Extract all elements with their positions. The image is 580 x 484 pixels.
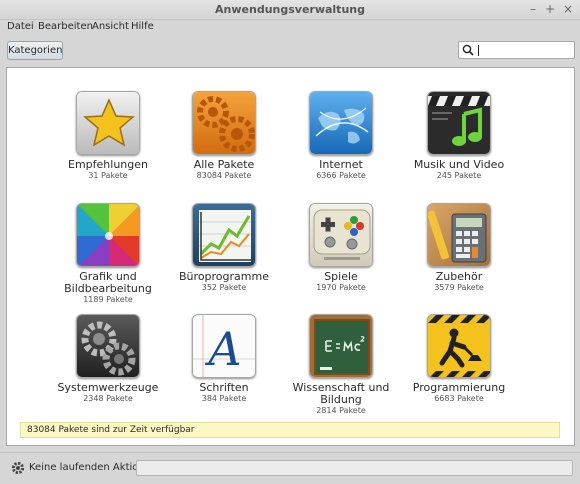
category-empfehlungen[interactable]: Empfehlungen 31 Pakete <box>43 91 173 181</box>
music-video-icon <box>427 91 491 155</box>
progress-bar <box>136 460 573 476</box>
category-zubehoer[interactable]: Zubehör 3579 Pakete <box>394 203 524 293</box>
color-wheel-icon <box>76 203 140 267</box>
category-name: Systemwerkzeuge <box>57 381 159 394</box>
maximize-icon[interactable]: + <box>543 2 557 16</box>
text-cursor <box>478 45 479 56</box>
package-count: 1189 Pakete <box>83 295 133 304</box>
category-bueroprogramme[interactable]: Büroprogramme 352 Pakete <box>159 203 289 293</box>
category-internet[interactable]: Internet 6366 Pakete <box>276 91 406 181</box>
category-name: Büroprogramme <box>179 270 269 283</box>
category-grafik[interactable]: Grafik und Bildbearbeitung 1189 Pakete <box>43 203 173 305</box>
category-name: Schriften <box>199 381 249 394</box>
category-spiele[interactable]: Spiele 1970 Pakete <box>276 203 406 293</box>
category-programmierung[interactable]: Programmierung 6683 Pakete <box>394 314 524 404</box>
package-count: 245 Pakete <box>436 171 482 180</box>
category-panel: Empfehlungen 31 Pakete Alle Pakete 83084… <box>6 67 575 446</box>
menu-bearbeiten[interactable]: Bearbeiten <box>38 21 93 32</box>
menu-hilfe[interactable]: Hilfe <box>131 21 154 32</box>
package-count: 6366 Pakete <box>316 171 366 180</box>
category-name: Wissenschaft und Bildung <box>292 381 390 406</box>
category-name: Grafik und Bildbearbeitung <box>64 270 152 295</box>
category-alle-pakete[interactable]: Alle Pakete 83084 Pakete <box>159 91 289 181</box>
category-name: Empfehlungen <box>68 158 148 171</box>
package-count: 31 Pakete <box>88 171 128 180</box>
menu-ansicht[interactable]: Ansicht <box>92 21 129 32</box>
category-schriften[interactable]: A Schriften 384 Pakete <box>159 314 289 404</box>
package-count: 2348 Pakete <box>83 394 133 403</box>
category-name: Spiele <box>324 270 358 283</box>
gears-icon <box>192 91 256 155</box>
menu-bar: Datei Bearbeiten Ansicht Hilfe <box>0 20 580 36</box>
package-count: 384 Pakete <box>201 394 247 403</box>
bottom-bar: Keine laufenden Aktionen <box>0 452 580 484</box>
gamepad-icon <box>309 203 373 267</box>
toolbar: Kategorien <box>0 36 580 64</box>
svg-text:A: A <box>204 322 241 376</box>
chalkboard-icon <box>309 314 373 378</box>
chart-icon <box>192 203 256 267</box>
gear-icon <box>11 461 25 475</box>
category-musik-und-video[interactable]: Musik und Video 245 Pakete <box>394 91 524 181</box>
category-name: Alle Pakete <box>193 158 255 171</box>
title-bar: Anwendungsverwaltung – + × <box>0 0 580 20</box>
category-name: Programmierung <box>412 381 506 394</box>
star-icon <box>76 91 140 155</box>
package-count: 3579 Pakete <box>434 283 484 292</box>
font-icon: A <box>192 314 256 378</box>
search-icon <box>462 44 474 56</box>
package-count: 352 Pakete <box>201 283 247 292</box>
category-name: Internet <box>319 158 363 171</box>
menu-datei[interactable]: Datei <box>7 21 34 32</box>
globe-icon <box>309 91 373 155</box>
category-systemwerkzeuge[interactable]: Systemwerkzeuge 2348 Pakete <box>43 314 173 404</box>
calculator-icon <box>427 203 491 267</box>
package-count: 1970 Pakete <box>316 283 366 292</box>
close-icon[interactable]: × <box>561 2 575 16</box>
window-title: Anwendungsverwaltung <box>215 3 365 16</box>
category-name: Musik und Video <box>413 158 505 171</box>
construction-icon <box>427 314 491 378</box>
status-message: 83084 Pakete sind zur Zeit verfügbar <box>20 422 560 438</box>
category-name: Zubehör <box>435 270 483 283</box>
search-input[interactable] <box>476 43 572 57</box>
system-gears-icon <box>76 314 140 378</box>
package-count: 83084 Pakete <box>196 171 252 180</box>
package-count: 6683 Pakete <box>434 394 484 403</box>
categories-button[interactable]: Kategorien <box>7 41 63 60</box>
search-field[interactable] <box>458 41 575 59</box>
category-wissenschaft[interactable]: Wissenschaft und Bildung 2814 Pakete <box>276 314 406 416</box>
minimize-icon[interactable]: – <box>526 2 540 16</box>
package-count: 2814 Pakete <box>316 406 366 415</box>
